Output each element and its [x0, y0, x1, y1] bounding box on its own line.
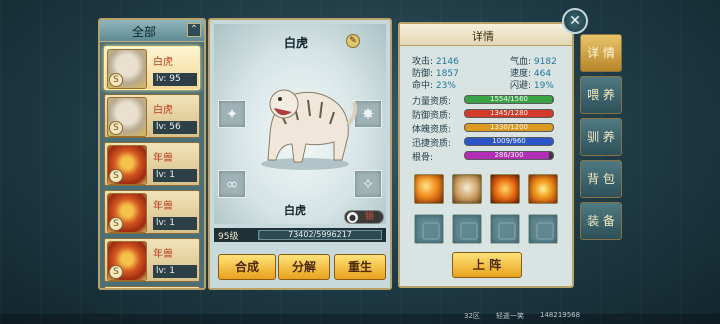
empty-skill-slot[interactable]: [414, 214, 444, 244]
list-filter-header[interactable]: 全部 ⌃: [100, 20, 204, 42]
rank-badge-icon: S: [109, 169, 123, 183]
pet-portrait-icon: S: [107, 193, 147, 233]
aptitude-value: 1345/1280: [490, 109, 528, 117]
stat-row: 闪避: 19%: [510, 78, 554, 91]
aptitude-bar: 1345/1280: [464, 109, 554, 118]
merge-button[interactable]: 合成: [218, 254, 276, 280]
aptitude-bar: 1554/1560: [464, 95, 554, 104]
aptitude-value: 1009/960: [492, 137, 526, 145]
rank-badge-icon: S: [109, 73, 123, 87]
equip-slot-bottom-right[interactable]: ✧: [354, 170, 382, 198]
exp-bar: 73402/5996217: [258, 230, 382, 240]
aptitude-label: 力量资质:: [412, 97, 452, 107]
collapse-icon[interactable]: ⌃: [187, 23, 201, 37]
footer-id: 148219568: [540, 311, 581, 319]
list-filter-label: 全部: [131, 25, 156, 39]
stat-label: 命中:: [412, 81, 434, 91]
footer-bar: [0, 314, 720, 324]
detail-title: 详情: [472, 30, 494, 43]
level-exp-row: 95级 73402/5996217: [214, 228, 386, 242]
aptitude-value: 286/300: [494, 151, 524, 159]
tab-train[interactable]: 驯 养: [580, 118, 622, 156]
pet-portrait-icon: S: [107, 145, 147, 185]
pet-name: 白虎: [284, 204, 306, 217]
empty-skill-slot[interactable]: [490, 214, 520, 244]
aptitude-label: 防御资质:: [412, 111, 452, 121]
aptitude-bar: 1330/1200: [464, 123, 554, 132]
rank-badge-icon: S: [109, 265, 123, 279]
tiger-roar-skill-icon[interactable]: [452, 174, 482, 204]
pet-list-level: lv: 1: [153, 169, 197, 182]
fire-claw-skill-icon[interactable]: [414, 174, 444, 204]
aptitude-bar: 1009/960: [464, 137, 554, 146]
decompose-button[interactable]: 分解: [278, 254, 330, 280]
pet-list-item[interactable]: S 年兽 lv: 1: [104, 238, 200, 282]
aptitude-value: 1554/1560: [490, 95, 528, 103]
stat-value: 23%: [435, 81, 456, 91]
pet-list-name: 年兽: [153, 153, 173, 164]
pet-portrait-icon: S: [107, 289, 147, 290]
rank-badge-icon: S: [109, 217, 123, 231]
pet-title: 白虎: [284, 36, 309, 50]
tab-feed[interactable]: 喂 养: [580, 76, 622, 114]
empty-skill-slot[interactable]: [452, 214, 482, 244]
pet-list-level: lv: 95: [153, 73, 197, 86]
rebirth-button[interactable]: 重生: [334, 254, 386, 280]
close-icon[interactable]: ✕: [562, 8, 588, 34]
deploy-button[interactable]: 上 阵: [452, 252, 522, 278]
tab-detail[interactable]: 详 情: [580, 34, 622, 72]
equip-slot-bottom-left[interactable]: ∞: [218, 170, 246, 198]
tab-equip[interactable]: 装 备: [580, 202, 622, 240]
pet-list-item[interactable]: S 年兽 lv: 1: [104, 190, 200, 234]
pet-portrait-icon: S: [107, 49, 147, 89]
pet-list-panel: 全部 ⌃ S 白虎 lv: 95 S 白虎 lv: 56 S 年兽 lv: 1 S 年兽 lv: 1S…: [98, 18, 206, 290]
level-label: 95级: [218, 232, 239, 242]
detail-header: 详情: [400, 24, 572, 46]
pet-portrait-icon: S: [107, 97, 147, 137]
rename-icon[interactable]: ✎: [346, 34, 360, 48]
pet-list-level: lv: 56: [153, 121, 197, 134]
footer-player: 轻逝一笑: [496, 312, 524, 320]
stat-value: 19%: [533, 81, 554, 91]
fire-orb-skill-icon[interactable]: [528, 174, 558, 204]
flame-wing-skill-icon[interactable]: [490, 174, 520, 204]
aptitude-label: 根骨:: [412, 153, 434, 163]
pet-list-item[interactable]: S 白虎 lv: 95: [104, 46, 200, 90]
pet-display-panel: 白虎 ✎ ✦ ✸ ∞ ✧ 白虎 ● 锁 95级 73402/5996217: [208, 18, 392, 290]
footer-server: 32区: [464, 312, 480, 320]
stat-row: 命中: 23%: [412, 78, 456, 91]
aptitude-bar: 286/300: [464, 151, 554, 160]
exp-text: 73402/5996217: [288, 230, 352, 239]
empty-skill-slot[interactable]: [528, 214, 558, 244]
tab-bag[interactable]: 背 包: [580, 160, 622, 198]
aptitude-label: 体魄资质:: [412, 125, 452, 135]
pet-list-level: lv: 1: [153, 217, 197, 230]
pet-list-name: 年兽: [153, 249, 173, 260]
pet-list-item[interactable]: S年兽lv: 1: [104, 286, 200, 290]
rank-badge-icon: S: [109, 121, 123, 135]
pet-stage: 白虎 ✎ ✦ ✸ ∞ ✧ 白虎 ● 锁: [214, 24, 386, 224]
pet-list-item[interactable]: S 白虎 lv: 56: [104, 94, 200, 138]
pet-portrait-icon: S: [107, 241, 147, 281]
lock-icon: ●: [347, 212, 358, 223]
equip-slot-top-left[interactable]: ✦: [218, 100, 246, 128]
lock-label: 锁: [365, 212, 375, 222]
pet-list-name: 白虎: [153, 57, 173, 68]
stat-label: 闪避:: [510, 81, 532, 91]
pet-list-level: lv: 1: [153, 265, 197, 278]
white-tiger-figure: [261, 89, 358, 170]
detail-panel: 详情 攻击: 2146 气血: 9182 防御: 1857 速度: 464 命中: 23…: [398, 22, 574, 288]
pet-list-name: 白虎: [153, 105, 173, 116]
pet-list-name: 年兽: [153, 201, 173, 212]
aptitude-value: 1330/1200: [490, 123, 528, 131]
aptitude-label: 迅捷资质:: [412, 139, 452, 149]
lock-toggle[interactable]: ● 锁: [344, 210, 384, 224]
pet-list-item[interactable]: S 年兽 lv: 1: [104, 142, 200, 186]
